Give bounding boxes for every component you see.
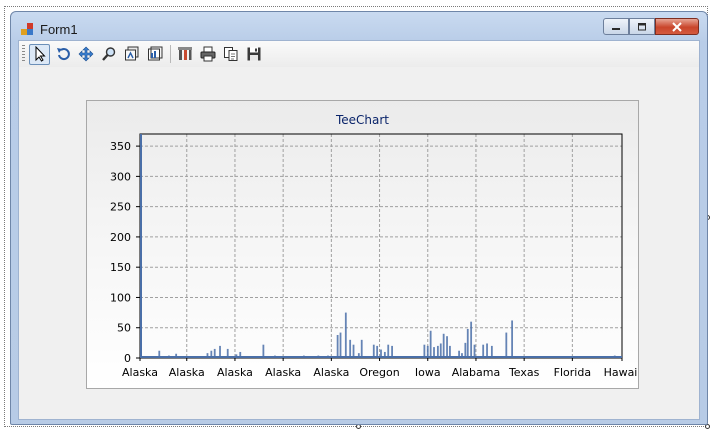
- window-title: Form1: [40, 21, 78, 37]
- minimize-button[interactable]: [603, 18, 629, 35]
- rotate-icon: [56, 48, 70, 61]
- bar: [349, 339, 352, 358]
- editor-icon: [177, 47, 192, 60]
- x-tick-label: Iowa: [415, 366, 441, 379]
- toolbar-grip[interactable]: [22, 45, 25, 63]
- printer-icon: [200, 46, 215, 62]
- plot-area: [140, 134, 622, 358]
- copy-button[interactable]: [220, 44, 241, 65]
- edit-button[interactable]: [174, 44, 195, 65]
- toolbar-separator: [170, 45, 171, 63]
- x-tick-label: Hawaii: [604, 366, 638, 379]
- bar: [505, 332, 508, 358]
- x-tick-label: Texas: [508, 366, 540, 379]
- bar: [466, 328, 469, 358]
- minimize-icon: [612, 27, 620, 30]
- y-tick-label: 250: [110, 201, 131, 214]
- bar: [464, 342, 467, 358]
- y-tick-label: 200: [110, 231, 131, 244]
- x-tick-label: Florida: [554, 366, 591, 379]
- bar: [360, 339, 363, 358]
- close-button[interactable]: [655, 18, 699, 35]
- chart-toolbar: [19, 41, 699, 67]
- title-bar[interactable]: Form1: [21, 19, 78, 39]
- form-icon: [21, 22, 34, 36]
- x-tick-label: Alaska: [169, 366, 205, 379]
- x-tick-label: Alaska: [313, 366, 349, 379]
- bar: [446, 336, 448, 358]
- 3d-depth-icon: [124, 46, 138, 61]
- bar: [486, 343, 488, 358]
- move-button[interactable]: [75, 44, 96, 65]
- y-tick-label: 150: [110, 261, 131, 274]
- caption-buttons: [603, 18, 699, 35]
- x-tick-label: Alaska: [265, 366, 301, 379]
- move-icon: [78, 46, 93, 62]
- bar: [336, 334, 339, 358]
- cursor-arrow-icon: [35, 46, 46, 62]
- y-tick-label: 300: [110, 170, 131, 183]
- y-tick-label: 100: [110, 291, 131, 304]
- bar: [429, 330, 432, 358]
- zoom-button[interactable]: [98, 44, 119, 65]
- x-tick-label: Alabama: [452, 366, 501, 379]
- bar: [470, 321, 473, 358]
- bar: [439, 343, 442, 358]
- bar: [339, 332, 342, 358]
- x-tick-label: Oregon: [359, 366, 399, 379]
- y-tick-label: 0: [124, 352, 131, 365]
- floppy-disk-icon: [247, 47, 260, 61]
- 3d-button[interactable]: [121, 44, 142, 65]
- chart-plot[interactable]: 0 50 100 150 200 250 300 350 Alaska Alaska Alaska A…: [87, 101, 638, 388]
- 3d-view-icon: [147, 46, 162, 61]
- bar: [344, 312, 347, 358]
- print-button[interactable]: [197, 44, 218, 65]
- maximize-icon: [638, 22, 646, 30]
- x-tick-label: Alaska: [217, 366, 253, 379]
- close-icon: [672, 21, 682, 32]
- bar: [442, 333, 445, 358]
- copy-icon: [223, 47, 237, 61]
- rotate-button[interactable]: [52, 44, 73, 65]
- save-button[interactable]: [243, 44, 264, 65]
- maximize-button[interactable]: [629, 18, 655, 35]
- y-tick-label: 50: [117, 322, 131, 335]
- magnifier-icon: [101, 47, 115, 61]
- view-3d-button[interactable]: [144, 44, 165, 65]
- y-tick-label: 350: [110, 140, 131, 153]
- bar: [511, 320, 514, 358]
- teechart-panel[interactable]: TeeChart 0 50 100 150 200 250 300 350 Alaska Alas…: [86, 100, 639, 389]
- x-tick-label: Alaska: [122, 366, 158, 379]
- pointer-button[interactable]: [29, 43, 50, 65]
- plot-frame: [139, 133, 623, 359]
